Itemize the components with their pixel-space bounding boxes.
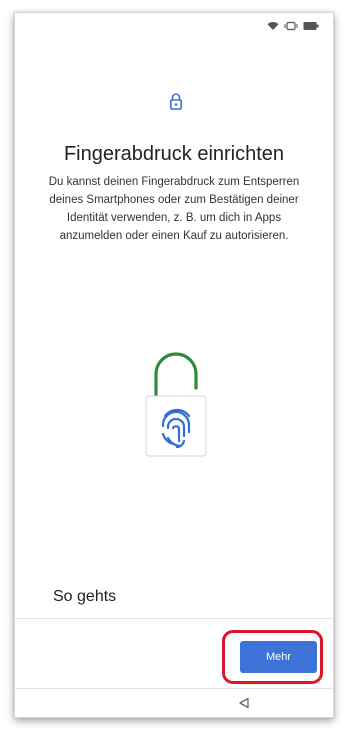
back-triangle-icon[interactable] [238, 696, 250, 714]
phone-screen: Fingerabdruck einrichten Du kannst deine… [14, 12, 334, 718]
more-button[interactable]: Mehr [240, 641, 317, 673]
nav-divider [15, 688, 333, 689]
so-gehts-heading: So gehts [53, 588, 117, 605]
fingerprint-padlock-icon [132, 346, 220, 471]
page-description: Du kannst deinen Fingerabdruck zum Entsp… [48, 176, 300, 242]
lock-icon [170, 93, 182, 115]
status-bar [267, 21, 319, 31]
battery-icon [303, 21, 319, 31]
vibrate-icon [284, 21, 298, 31]
page-title: Fingerabdruck einrichten [63, 143, 285, 165]
footer-divider [15, 618, 333, 619]
wifi-icon [267, 21, 279, 31]
